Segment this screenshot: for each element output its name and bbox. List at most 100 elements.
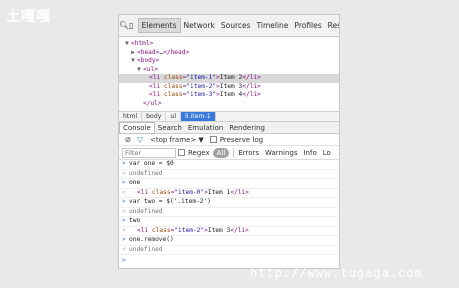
- node-text: Item 2: [219, 74, 243, 81]
- console-toolbar: ⊘ ▽ <top frame> ▼ Preserve log: [119, 134, 339, 146]
- tag-name: head: [140, 48, 156, 56]
- console-command: var one = $0: [129, 160, 174, 167]
- tag-name: li: [249, 82, 258, 90]
- frame-selector-label: <top frame>: [150, 135, 197, 144]
- console-input-line: > one.remove(): [119, 236, 339, 246]
- node-text: Item 4: [219, 91, 243, 98]
- tree-node-li[interactable]: <li class="item-2">Item 3</li>: [119, 83, 339, 92]
- tab-rendering[interactable]: Rendering: [226, 124, 268, 132]
- attr-name: class: [163, 74, 183, 81]
- tab-emulation[interactable]: Emulation: [185, 124, 226, 132]
- console-log: > var one = $0 < undefined > one < <li class…: [119, 160, 339, 266]
- tag-name: li: [140, 188, 149, 196]
- tab-search[interactable]: Search: [155, 124, 185, 132]
- tab-timeline[interactable]: Timeline: [254, 21, 292, 30]
- input-chevron-icon: >: [122, 160, 126, 167]
- clear-console-icon[interactable]: ⊘: [122, 135, 134, 144]
- console-command: one.remove(): [129, 236, 174, 243]
- level-all-button[interactable]: All: [212, 147, 230, 158]
- tag-name: li: [249, 74, 258, 81]
- console-output-element[interactable]: < <li class="item-2">Item 3</li>: [119, 226, 339, 236]
- tree-node-head[interactable]: ▶ <head>…</head>: [119, 49, 339, 58]
- tag-name: li: [249, 91, 258, 98]
- console-prompt[interactable]: >: [119, 255, 339, 266]
- input-chevron-icon: >: [122, 236, 126, 243]
- attr-name: class: [163, 91, 183, 98]
- attr-value: item-2: [190, 82, 213, 90]
- console-result: undefined: [129, 245, 163, 253]
- console-input-line: > two: [119, 217, 339, 227]
- tree-node-html[interactable]: ▼ <html>: [119, 40, 339, 49]
- breadcrumb-ul[interactable]: ul: [166, 112, 182, 121]
- input-chevron-icon: >: [122, 198, 126, 205]
- tag-name: li: [152, 91, 161, 98]
- console-input-line: > var two = $('.item-2'): [119, 198, 339, 208]
- console-filter-bar: Regex All Errors Warnings Info Lo: [119, 146, 339, 160]
- regex-checkbox[interactable]: [178, 149, 185, 156]
- collapse-arrow-icon[interactable]: ▼: [123, 40, 131, 49]
- output-chevron-icon: <: [122, 188, 126, 196]
- console-input-line: > var one = $0: [119, 160, 339, 170]
- level-errors-button[interactable]: Errors: [235, 149, 262, 157]
- brand-logo-text: 土嘎嘎: [6, 9, 51, 25]
- regex-label: Regex: [188, 148, 210, 157]
- filter-funnel-icon[interactable]: ▽: [134, 135, 146, 144]
- level-divider: [233, 148, 235, 157]
- console-output-line: < undefined: [119, 207, 339, 217]
- filter-input[interactable]: [122, 147, 176, 158]
- tag-name: ul: [146, 65, 155, 73]
- output-chevron-icon: <: [122, 245, 126, 253]
- console-output-element[interactable]: < <li class="item-0">Item 1</li>: [119, 188, 339, 198]
- expand-arrow-icon[interactable]: ▶: [129, 49, 137, 58]
- collapse-arrow-icon[interactable]: ▼: [129, 57, 137, 66]
- tab-console[interactable]: Console: [119, 121, 155, 134]
- tag-name: li: [140, 226, 149, 234]
- level-logs-button[interactable]: Lo: [320, 149, 334, 157]
- breadcrumb-li-item-1[interactable]: li.item-1: [181, 112, 216, 121]
- tag-name: li: [152, 74, 161, 81]
- tag-name: li: [237, 188, 246, 196]
- inspect-search-icon[interactable]: 🔍︎: [119, 21, 129, 30]
- level-info-button[interactable]: Info: [300, 149, 319, 157]
- node-text: Item 1: [207, 188, 231, 196]
- console-result: undefined: [129, 207, 163, 215]
- tag-name: li: [152, 82, 161, 90]
- console-command: one: [129, 179, 141, 186]
- attr-name: class: [151, 226, 171, 234]
- tag-name: ul: [150, 99, 158, 107]
- level-warnings-button[interactable]: Warnings: [262, 149, 300, 157]
- tag-name: html: [134, 40, 150, 47]
- node-text: Item 3: [219, 82, 243, 90]
- attr-name: class: [163, 82, 183, 90]
- devtools-window: 🔍︎ ▯ Elements Network Sources Timeline P…: [118, 14, 340, 269]
- tree-node-body[interactable]: ▼ <body>: [119, 57, 339, 66]
- attr-value: item-3: [190, 91, 213, 98]
- frame-selector[interactable]: <top frame> ▼: [146, 136, 208, 144]
- tab-elements[interactable]: Elements: [137, 18, 181, 33]
- tree-node-li-selected[interactable]: <li class="item-1">Item 2</li>: [119, 74, 339, 83]
- preserve-log-label: Preserve log: [219, 135, 264, 144]
- drawer-tab-bar: Console Search Emulation Rendering: [119, 121, 339, 134]
- breadcrumb-html[interactable]: html: [119, 112, 143, 121]
- tab-profiles[interactable]: Profiles: [291, 21, 324, 30]
- collapse-arrow-icon[interactable]: ▼: [135, 66, 143, 75]
- tree-node-ul[interactable]: ▼ <ul>: [119, 66, 339, 75]
- device-mode-icon[interactable]: ▯: [129, 21, 133, 30]
- console-command: two: [129, 217, 141, 224]
- node-text: Item 3: [207, 226, 231, 234]
- attr-value: item-2: [178, 226, 201, 234]
- tab-resources[interactable]: Reso: [325, 21, 339, 30]
- tab-sources[interactable]: Sources: [218, 21, 254, 30]
- tab-network[interactable]: Network: [181, 21, 218, 30]
- tree-node-li[interactable]: <li class="item-3">Item 4</li>: [119, 91, 339, 100]
- output-chevron-icon: <: [122, 207, 126, 215]
- attr-value: item-0: [178, 188, 201, 196]
- breadcrumb-body[interactable]: body: [142, 112, 167, 121]
- preserve-log-checkbox[interactable]: [209, 136, 217, 143]
- dom-tree: ▼ <html> ▶ <head>…</head> ▼ <body> ▼ <ul> <l…: [119, 37, 339, 111]
- tag-name: head: [170, 48, 186, 56]
- output-chevron-icon: <: [122, 169, 126, 177]
- dropdown-arrow-icon: ▼: [198, 135, 204, 144]
- tree-node-ul-close[interactable]: </ul>: [119, 100, 339, 109]
- console-output-line: < undefined: [119, 169, 339, 179]
